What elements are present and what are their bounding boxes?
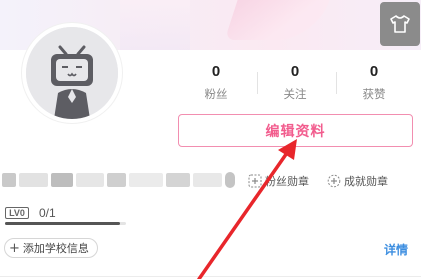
section-divider xyxy=(0,276,421,277)
tv-mascot-avatar xyxy=(26,27,118,119)
achievement-medal-label: 成就勋章 xyxy=(344,175,388,188)
fan-medal-label: 粉丝勋章 xyxy=(265,175,309,188)
stat-value: 0 xyxy=(211,63,221,80)
stat-following[interactable]: 0 关注 xyxy=(270,63,320,102)
banner-decoration xyxy=(224,0,340,40)
tshirt-icon xyxy=(390,15,410,33)
stat-label: 获赞 xyxy=(362,87,386,101)
achievement-medal-link[interactable]: 成就勋章 xyxy=(327,173,388,189)
banner-decoration xyxy=(120,0,190,50)
level-progress-fill xyxy=(5,222,120,225)
stat-fans[interactable]: 0 粉丝 xyxy=(191,63,241,102)
add-school-label: 添加学校信息 xyxy=(22,242,89,255)
stat-divider xyxy=(257,72,258,94)
username-blurred xyxy=(2,170,238,190)
add-medal-icon xyxy=(248,174,262,188)
stat-divider xyxy=(336,72,337,94)
stat-likes[interactable]: 0 获赞 xyxy=(349,63,399,102)
stat-value: 0 xyxy=(369,63,379,80)
details-link[interactable]: 详情 xyxy=(384,241,408,258)
add-school-button[interactable]: + 添加学校信息 xyxy=(4,238,98,258)
level-exp: 0/1 xyxy=(39,206,56,220)
level-badge: LV0 xyxy=(5,207,29,219)
fan-medal-link[interactable]: 粉丝勋章 xyxy=(248,173,309,189)
stat-value: 0 xyxy=(290,63,300,80)
plus-icon: + xyxy=(9,240,20,256)
user-level[interactable]: LV0 0/1 xyxy=(5,206,56,220)
skin-button[interactable] xyxy=(380,2,420,46)
stat-label: 粉丝 xyxy=(204,87,228,101)
avatar[interactable] xyxy=(22,23,122,123)
level-progress-bar xyxy=(5,222,126,225)
edit-profile-button[interactable]: 编辑资料 xyxy=(178,114,413,147)
stat-label: 关注 xyxy=(283,87,307,101)
badge-icon xyxy=(327,174,341,188)
